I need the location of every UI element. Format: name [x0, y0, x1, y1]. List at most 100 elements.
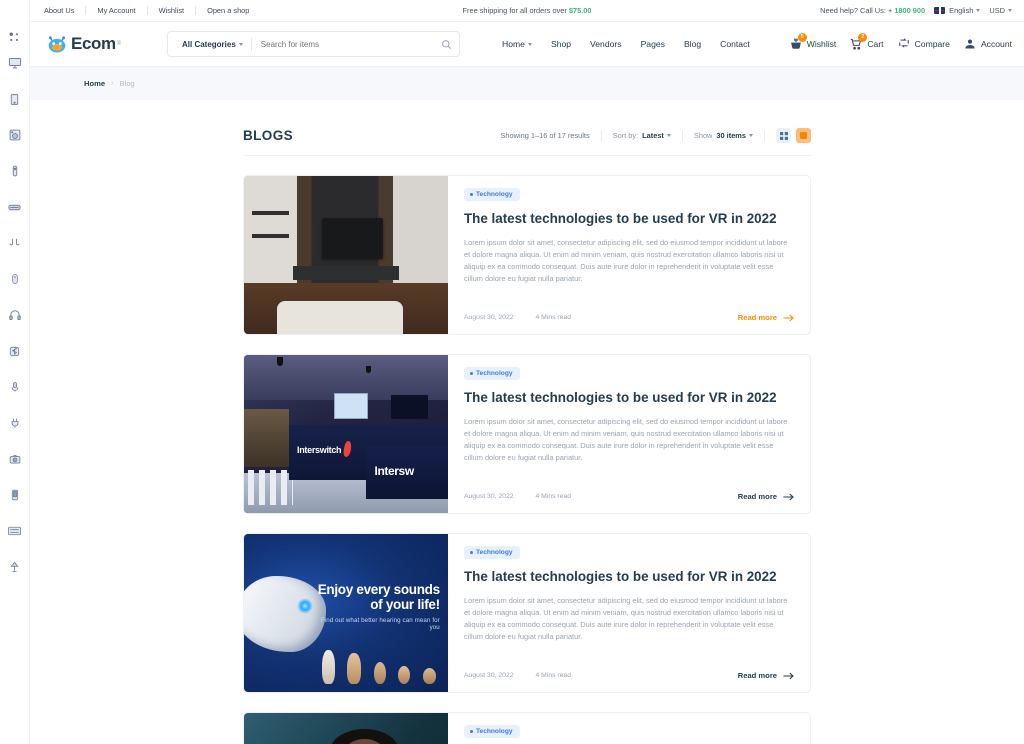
site-header: Ecom ® All Categories Home Shop Vendors …: [30, 22, 1024, 67]
chevron-down-icon: [749, 134, 753, 137]
person-portrait-image: [244, 713, 448, 744]
list-view-icon: [800, 132, 807, 139]
mouse-icon[interactable]: [6, 270, 24, 288]
post-date: August 30, 2022: [464, 672, 514, 679]
chevron-down-icon: [976, 9, 981, 12]
cart-button[interactable]: 2 Cart: [849, 33, 884, 51]
living-room-image: [244, 176, 448, 334]
breadcrumb-home[interactable]: Home: [84, 79, 105, 88]
game-controller-icon[interactable]: [6, 162, 24, 180]
search-input[interactable]: [251, 39, 433, 49]
tablet-icon[interactable]: [6, 90, 24, 108]
page-title: BLOGS: [243, 128, 294, 143]
washing-machine-icon[interactable]: [6, 126, 24, 144]
compare-label: Compare: [914, 39, 950, 49]
monitor-icon[interactable]: [6, 54, 24, 72]
smartphone-icon[interactable]: [6, 486, 24, 504]
support-phone[interactable]: 1800 900: [894, 6, 925, 15]
earbuds-icon[interactable]: [6, 234, 24, 252]
breadcrumb-separator-icon: ›: [111, 80, 114, 87]
image-brand-text: Interswitch: [297, 444, 342, 455]
read-more-link[interactable]: Read more: [738, 671, 794, 680]
topbar-link-wishlist[interactable]: Wishlist: [148, 6, 195, 15]
topbar-right-group: Need help? Call Us: + 1800 900 English U…: [820, 6, 1012, 15]
nav-item-blog[interactable]: Blog: [684, 39, 701, 49]
post-body: Technology The latest technologies to be…: [448, 176, 810, 334]
show-label: Show: [693, 131, 713, 140]
post-body: Technology The latest technologies to be…: [448, 355, 810, 513]
wishlist-button[interactable]: 5 Wishlist: [789, 33, 837, 51]
blog-post-card[interactable]: Technology: [243, 712, 811, 744]
uk-flag-icon: [934, 7, 946, 14]
lamp-icon[interactable]: [6, 558, 24, 576]
blog-post-card[interactable]: Technology The latest technologies to be…: [243, 175, 811, 335]
post-excerpt: Lorem ipsum dolor sit amet, consectetur …: [464, 416, 788, 462]
main-content: BLOGS Showing 1–16 of 17 results Sort by…: [30, 100, 1024, 744]
list-view-button[interactable]: [796, 128, 811, 143]
topbar-link-open-a-shop[interactable]: Open a shop: [196, 6, 260, 15]
microphone-icon[interactable]: [6, 378, 24, 396]
currency-selector[interactable]: USD: [989, 6, 1012, 15]
nav-item-pages[interactable]: Pages: [641, 39, 665, 49]
apps-grid-icon[interactable]: [6, 28, 24, 46]
post-category-label: Technology: [476, 549, 513, 556]
show-value: 30 items: [716, 131, 746, 140]
read-more-link[interactable]: Read more: [738, 313, 794, 322]
dot-icon: [470, 193, 473, 196]
topbar-link-my-account[interactable]: My Account: [86, 6, 146, 15]
free-shipping-text: Free shipping for all orders over: [462, 6, 569, 15]
language-selector[interactable]: English: [934, 6, 981, 15]
search-category-dropdown[interactable]: All Categories: [168, 40, 251, 49]
nav-item-vendors[interactable]: Vendors: [590, 39, 622, 49]
search-bar: All Categories: [167, 31, 460, 57]
free-shipping-notice: Free shipping for all orders over $75.00: [462, 6, 591, 15]
router-icon[interactable]: [6, 198, 24, 216]
account-button[interactable]: Account: [963, 37, 1012, 51]
blog-post-card[interactable]: Enjoy every sounds of your life! Find ou…: [243, 533, 811, 693]
nav-item-contact[interactable]: Contact: [720, 39, 750, 49]
ad-headline: Enjoy every sounds of your life!: [317, 582, 440, 613]
utility-topbar: About Us My Account Wishlist Open a shop…: [30, 0, 1024, 22]
post-category-tag[interactable]: Technology: [464, 725, 520, 738]
topbar-link-about-us[interactable]: About Us: [44, 6, 85, 15]
post-read-time: 4 Mins read: [535, 672, 572, 679]
post-title[interactable]: The latest technologies to be used for V…: [464, 390, 794, 407]
interswitch-office-image: Interswitch Intersw: [244, 355, 448, 513]
logo-registered-mark: ®: [116, 41, 122, 47]
keyboard-icon[interactable]: [6, 522, 24, 540]
camera-icon[interactable]: [6, 450, 24, 468]
breadcrumb-current: Blog: [119, 79, 135, 88]
language-label: English: [949, 6, 974, 15]
post-category-tag[interactable]: Technology: [464, 367, 520, 380]
post-body: Technology: [448, 713, 810, 744]
page-root: About Us My Account Wishlist Open a shop…: [0, 0, 1024, 744]
plug-icon[interactable]: [6, 414, 24, 432]
sort-by-dropdown[interactable]: Sort by: Latest: [602, 131, 682, 140]
hearing-aid-products: [321, 633, 436, 685]
post-category-tag[interactable]: Technology: [464, 546, 520, 559]
post-title[interactable]: The latest technologies to be used for V…: [464, 211, 794, 228]
breadcrumb-strip: Home › Blog: [30, 67, 1024, 100]
search-button[interactable]: [433, 39, 459, 50]
compare-button[interactable]: Compare: [897, 37, 950, 51]
nav-item-shop[interactable]: Shop: [551, 39, 571, 49]
post-title[interactable]: The latest technologies to be used for V…: [464, 569, 794, 586]
show-count-dropdown[interactable]: Show 30 items: [683, 131, 764, 140]
results-count: Showing 1–16 of 17 results: [500, 131, 590, 140]
post-meta: August 30, 2022 4 Mins read Read more: [464, 671, 794, 680]
user-icon: [963, 37, 977, 51]
headphones-icon[interactable]: [6, 306, 24, 324]
wishlist-label: Wishlist: [806, 39, 837, 49]
search-category-label: All Categories: [182, 39, 236, 49]
post-body: Technology The latest technologies to be…: [448, 534, 810, 692]
read-more-link[interactable]: Read more: [738, 492, 794, 501]
site-logo[interactable]: Ecom ®: [46, 34, 156, 54]
bluetooth-speaker-icon[interactable]: [6, 342, 24, 360]
nav-item-home[interactable]: Home: [502, 39, 532, 49]
blog-post-card[interactable]: Interswitch Intersw Technology The lates…: [243, 354, 811, 514]
shopping-cart-icon: 2: [849, 33, 868, 51]
dot-icon: [470, 372, 473, 375]
category-icon-rail: [0, 0, 30, 744]
post-category-tag[interactable]: Technology: [464, 188, 520, 201]
grid-view-button[interactable]: [776, 128, 791, 143]
